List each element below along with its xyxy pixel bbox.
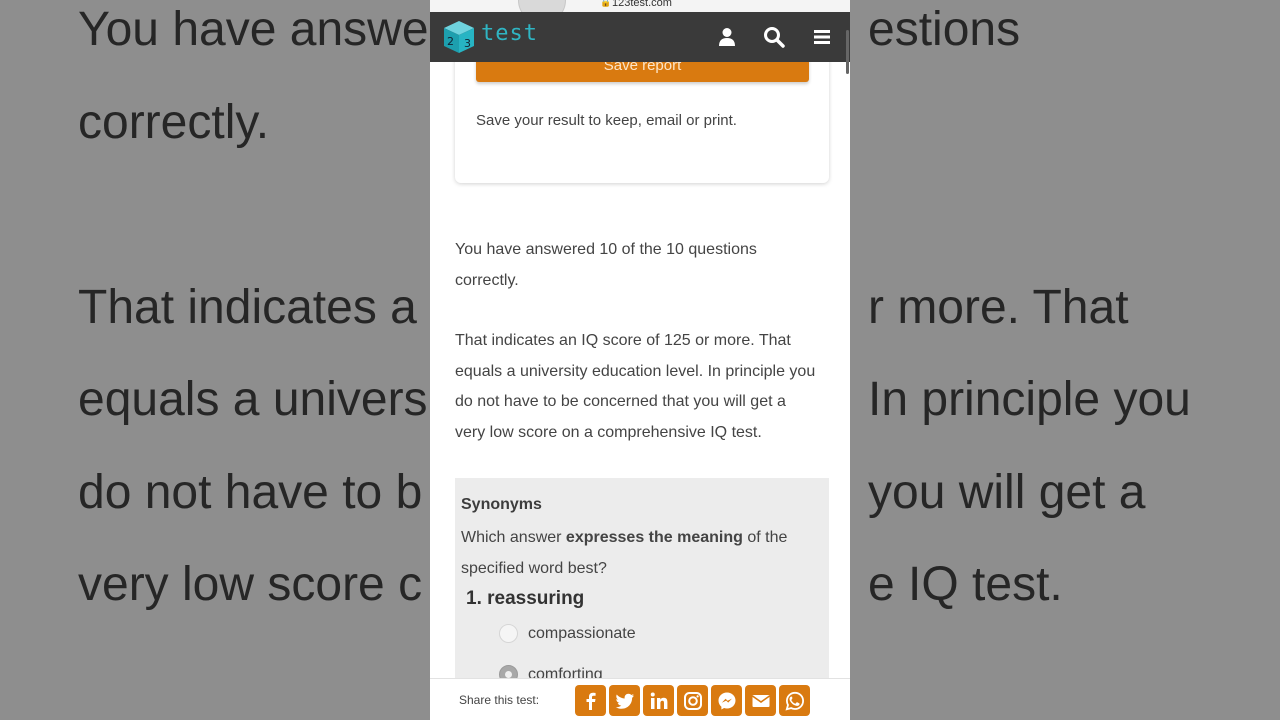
- user-account-button[interactable]: [714, 24, 740, 50]
- radio-button[interactable]: [499, 624, 518, 643]
- iq-line: very low score on a comprehensive IQ tes…: [455, 423, 762, 441]
- bg-line: you will get a: [868, 466, 1146, 519]
- lock-icon: 🔒: [600, 0, 612, 7]
- search-button[interactable]: [761, 24, 787, 50]
- menu-button[interactable]: [809, 24, 835, 50]
- bg-line: That indicates a: [78, 281, 417, 334]
- instruction-bold: expresses the meaning: [565, 529, 743, 546]
- instagram-icon: [683, 691, 702, 710]
- logo-text[interactable]: test: [481, 21, 538, 46]
- twitter-icon: [615, 693, 634, 709]
- quiz-instruction: Which answer expresses the meaning of th…: [461, 522, 821, 584]
- result-paragraph: You have answered 10 of the 10 questions…: [455, 235, 833, 296]
- email-icon: [751, 694, 770, 707]
- result-line: You have answered 10 of the 10 questions: [455, 241, 757, 258]
- share-bar: Share this test:: [430, 678, 850, 720]
- whatsapp-icon: [785, 691, 804, 710]
- share-facebook-button[interactable]: [575, 685, 606, 716]
- top-navigation-bar: 2 3 test: [430, 12, 850, 62]
- result-line: correctly.: [455, 271, 519, 289]
- bg-line: correctly.: [78, 96, 270, 149]
- option-label: compassionate: [528, 624, 636, 642]
- logo-digit: 3: [464, 37, 471, 50]
- bg-line: very low score c: [78, 558, 423, 611]
- share-label: Share this test:: [459, 693, 540, 707]
- bg-line: r more. That: [868, 281, 1129, 334]
- share-messenger-button[interactable]: [711, 685, 742, 716]
- url-text: 123test.com: [612, 0, 672, 9]
- bg-line: equals a univers: [78, 373, 428, 426]
- instruction-text: of the: [742, 529, 788, 546]
- question-word: 1. reassuring: [466, 588, 585, 609]
- quiz-review-box: Synonyms Which answer expresses the mean…: [455, 478, 829, 708]
- messenger-icon: [718, 692, 735, 709]
- share-linkedin-button[interactable]: [643, 685, 674, 716]
- iq-line: That indicates an IQ score of 125 or mor…: [455, 332, 791, 349]
- quiz-section-title: Synonyms: [461, 496, 542, 513]
- answer-option[interactable]: compassionate: [499, 624, 636, 643]
- share-whatsapp-button[interactable]: [779, 685, 810, 716]
- instruction-text: specified word best?: [461, 560, 607, 577]
- linkedin-icon: [650, 692, 667, 709]
- iq-line: do not have to be concerned that you wil…: [455, 393, 786, 410]
- bg-line: You have answe: [78, 3, 429, 56]
- search-icon: [764, 27, 785, 48]
- iq-paragraph: That indicates an IQ score of 125 or mor…: [455, 326, 833, 448]
- page-scrollbar[interactable]: [846, 30, 849, 74]
- share-email-button[interactable]: [745, 685, 776, 716]
- share-twitter-button[interactable]: [609, 685, 640, 716]
- hamburger-menu-icon: [814, 30, 830, 44]
- share-instagram-button[interactable]: [677, 685, 708, 716]
- logo-digit: 2: [447, 35, 454, 48]
- logo-cube-icon[interactable]: 2 3: [442, 20, 476, 54]
- bg-line: In principle you: [868, 373, 1191, 426]
- save-report-description: Save your result to keep, email or print…: [476, 112, 737, 129]
- facebook-icon: [586, 692, 596, 710]
- browser-url-bar[interactable]: 🔒 123test.com: [430, 0, 850, 24]
- iq-line: equals a university education level. In …: [455, 362, 816, 380]
- phone-screen: Save report Save your result to keep, em…: [430, 0, 850, 720]
- bg-line: do not have to b: [78, 466, 423, 519]
- bg-line: estions: [868, 3, 1021, 56]
- user-icon: [719, 28, 735, 46]
- bg-line: e IQ test.: [868, 558, 1063, 611]
- instruction-text: Which answer: [461, 529, 566, 546]
